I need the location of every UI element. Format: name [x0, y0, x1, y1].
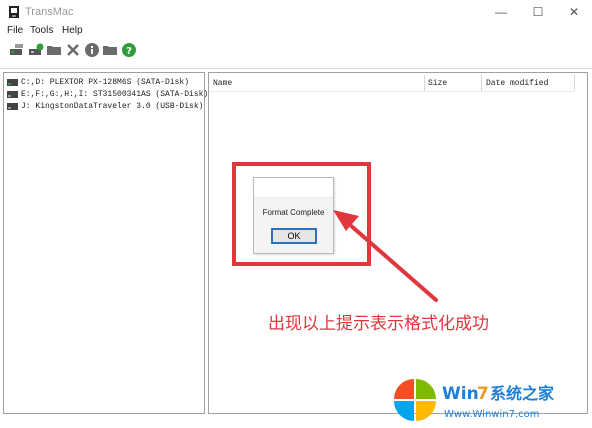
annotation-caption: 出现以上提示表示格式化成功 [268, 314, 489, 334]
watermark-brand-prefix: Win [442, 384, 479, 404]
watermark-brand-number: 7 [477, 384, 489, 404]
watermark-url: Www.Winwin7.com [444, 409, 539, 420]
win7-watermark-logo: Win 7 系统之家 Www.Winwin7.com [394, 379, 555, 421]
arrow-icon [333, 210, 438, 302]
watermark-brand-suffix: 系统之家 [490, 384, 555, 403]
